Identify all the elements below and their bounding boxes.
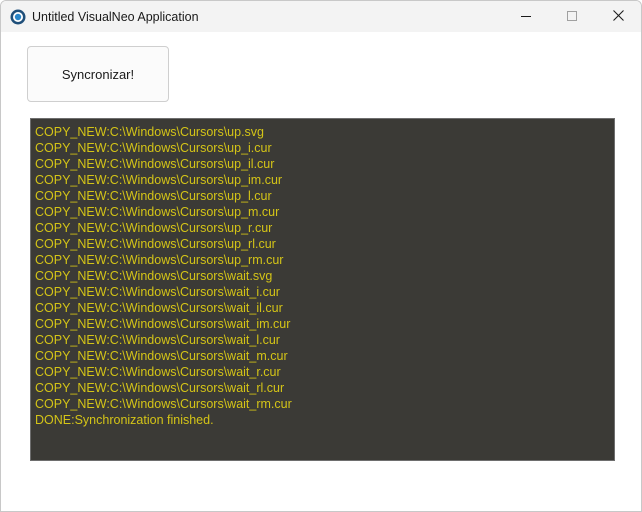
window-title: Untitled VisualNeo Application bbox=[32, 10, 199, 24]
log-line: COPY_NEW:C:\Windows\Cursors\wait_r.cur bbox=[35, 365, 281, 379]
close-button[interactable] bbox=[595, 1, 641, 32]
log-line: COPY_NEW:C:\Windows\Cursors\up_rl.cur bbox=[35, 237, 276, 251]
maximize-button[interactable] bbox=[549, 1, 595, 32]
log-line: COPY_NEW:C:\Windows\Cursors\wait_l.cur bbox=[35, 333, 280, 347]
log-line: COPY_NEW:C:\Windows\Cursors\up_r.cur bbox=[35, 221, 273, 235]
log-line: DONE:Synchronization finished. bbox=[35, 413, 214, 427]
log-line: COPY_NEW:C:\Windows\Cursors\up_rm.cur bbox=[35, 253, 284, 267]
log-line: COPY_NEW:C:\Windows\Cursors\wait.svg bbox=[35, 269, 273, 283]
title-bar[interactable]: Untitled VisualNeo Application bbox=[1, 1, 641, 32]
log-line: COPY_NEW:C:\Windows\Cursors\up_l.cur bbox=[35, 189, 272, 203]
log-output[interactable]: COPY_NEW:C:\Windows\Cursors\up.svg COPY_… bbox=[30, 118, 615, 461]
log-line: COPY_NEW:C:\Windows\Cursors\up_i.cur bbox=[35, 141, 272, 155]
log-line: COPY_NEW:C:\Windows\Cursors\wait_im.cur bbox=[35, 317, 291, 331]
log-line: COPY_NEW:C:\Windows\Cursors\up_il.cur bbox=[35, 157, 275, 171]
log-line: COPY_NEW:C:\Windows\Cursors\up_im.cur bbox=[35, 173, 283, 187]
maximize-icon bbox=[567, 8, 577, 26]
minimize-button[interactable] bbox=[503, 1, 549, 32]
log-line: COPY_NEW:C:\Windows\Cursors\wait_m.cur bbox=[35, 349, 288, 363]
close-icon bbox=[612, 8, 624, 26]
log-line: COPY_NEW:C:\Windows\Cursors\up.svg bbox=[35, 125, 264, 139]
log-line: COPY_NEW:C:\Windows\Cursors\wait_il.cur bbox=[35, 301, 283, 315]
log-line: COPY_NEW:C:\Windows\Cursors\wait_i.cur bbox=[35, 285, 280, 299]
log-line: COPY_NEW:C:\Windows\Cursors\up_m.cur bbox=[35, 205, 280, 219]
sync-button[interactable]: Syncronizar! bbox=[27, 46, 169, 102]
minimize-icon bbox=[521, 8, 531, 26]
app-icon bbox=[10, 9, 26, 25]
log-line: COPY_NEW:C:\Windows\Cursors\wait_rl.cur bbox=[35, 381, 285, 395]
app-window: Untitled VisualNeo Application Syncroniz… bbox=[0, 0, 642, 512]
log-line: COPY_NEW:C:\Windows\Cursors\wait_rm.cur bbox=[35, 397, 292, 411]
